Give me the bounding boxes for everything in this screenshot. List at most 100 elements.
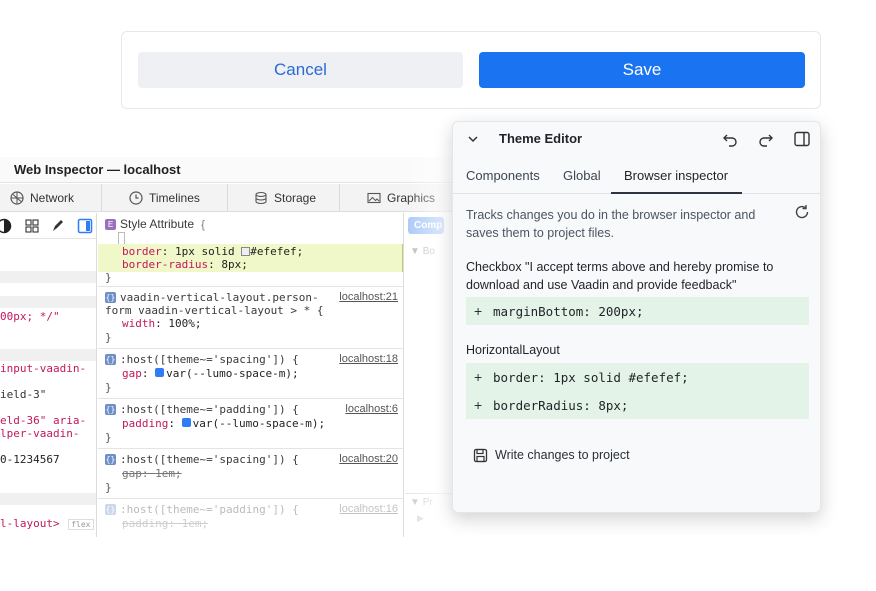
tab-global[interactable]: Global	[563, 168, 601, 183]
inspector-title: Web Inspector — localhost	[14, 162, 181, 177]
change-code: borderRadius: 8px;	[493, 398, 629, 413]
tab-graphics[interactable]: Graphics	[340, 184, 460, 212]
change-row[interactable]: + border: 1px solid #efefef;	[466, 363, 809, 391]
variable-icon	[181, 418, 191, 427]
tab-network[interactable]: Network	[0, 184, 102, 212]
rule-decl[interactable]: gap: var(--lumo-space-m);	[122, 367, 299, 380]
dom-line[interactable]: ield-3"	[0, 388, 96, 401]
dock-panel-icon[interactable]	[793, 130, 811, 148]
css-badge-icon: {}	[105, 292, 116, 303]
styles-pane: E Style Attribute { border: 1px solid #ef…	[98, 213, 404, 537]
dom-line[interactable]: 00px; */"	[0, 310, 96, 323]
rule-source-link[interactable]: localhost:21	[339, 291, 398, 303]
rule-decl-overridden[interactable]: padding: 1em;	[122, 517, 208, 530]
rule-decl[interactable]: padding: var(--lumo-space-m);	[122, 417, 325, 430]
element-badge-icon: E	[105, 219, 116, 230]
dom-tree-pane: 00px; */" input-vaadin- ield-3" eld-36" …	[0, 213, 97, 537]
sidebar-toggle-icon[interactable]	[77, 218, 93, 234]
box-model-section[interactable]: ▼ Bo	[410, 246, 435, 257]
dom-tag-text: l-layout>	[0, 517, 60, 530]
network-icon	[10, 191, 24, 205]
close-brace: }	[105, 481, 112, 494]
plus-icon: +	[474, 397, 483, 413]
tab-storage[interactable]: Storage	[228, 184, 340, 212]
redo-icon[interactable]	[757, 130, 775, 148]
color-swatch[interactable]	[241, 247, 251, 256]
rule-selector[interactable]: {} vaadin-vertical-layout.person-	[105, 291, 319, 304]
flex-badge: flex	[68, 519, 94, 530]
dom-line[interactable]: 0-1234567	[0, 453, 96, 466]
css-rule: {}:host([theme~='padding']) { localhost:…	[98, 499, 403, 537]
rule-source-link[interactable]: localhost:18	[339, 353, 398, 365]
css-badge-icon: {}	[105, 404, 116, 415]
style-attribute-label: Style Attribute	[120, 217, 195, 231]
rule-source-link[interactable]: localhost:6	[345, 403, 398, 415]
style-attr-decl[interactable]: border: 1px solid #efefef;	[122, 245, 303, 258]
rule-source-link[interactable]: localhost:20	[339, 453, 398, 465]
tab-graphics-label: Graphics	[387, 191, 436, 205]
compositing-icon[interactable]	[0, 218, 12, 234]
pencil-icon[interactable]	[51, 219, 65, 233]
theme-editor-title: Theme Editor	[499, 131, 583, 146]
change-code: marginBottom: 200px;	[493, 304, 644, 319]
theme-editor-header: Theme Editor	[453, 122, 820, 156]
dom-row-highlight	[0, 349, 96, 361]
rule-selector[interactable]: {}:host([theme~='spacing']) {	[105, 453, 299, 466]
write-changes-label: Write changes to project	[495, 448, 630, 462]
change-row[interactable]: + marginBottom: 200px;	[466, 297, 809, 325]
rule-selector[interactable]: {}:host([theme~='padding']) {	[105, 403, 299, 416]
css-rule: {} vaadin-vertical-layout.person- form va…	[98, 287, 403, 349]
refresh-icon[interactable]	[793, 203, 811, 221]
rule-selector[interactable]: {}:host([theme~='padding']) {	[105, 503, 299, 516]
dom-line[interactable]: input-vaadin-	[0, 362, 96, 375]
rule-source-link[interactable]: localhost:16	[339, 503, 398, 515]
dom-row-highlight	[0, 296, 96, 308]
tab-timelines-label: Timelines	[149, 191, 200, 205]
open-brace: {	[201, 219, 205, 231]
style-attribute-rule: E Style Attribute { border: 1px solid #ef…	[98, 213, 403, 287]
theme-editor-panel: Theme Editor Components Global Browser i…	[452, 121, 821, 513]
undo-icon[interactable]	[721, 130, 739, 148]
css-badge-icon: {}	[105, 354, 116, 365]
tab-storage-label: Storage	[274, 191, 317, 205]
plus-icon: +	[474, 303, 483, 319]
tab-timelines[interactable]: Timelines	[102, 184, 228, 212]
dom-line[interactable]: l-layout> flex	[0, 517, 96, 530]
plus-icon: +	[474, 369, 483, 385]
browser-inspector-description: Tracks changes you do in the browser ins…	[466, 208, 756, 240]
change-code: border: 1px solid #efefef;	[493, 370, 689, 385]
css-badge-icon: {}	[105, 454, 116, 465]
disclosure-icon[interactable]: ▶	[417, 513, 424, 524]
close-brace: }	[105, 331, 112, 344]
rule-selector: form vaadin-vertical-layout > * {	[105, 304, 324, 317]
clock-icon	[129, 191, 143, 205]
close-brace: }	[105, 431, 112, 444]
write-changes-button[interactable]: Write changes to project	[473, 445, 630, 465]
change-row[interactable]: + borderRadius: 8px;	[466, 391, 809, 419]
save-button[interactable]: Save	[479, 52, 805, 88]
chevron-down-icon[interactable]	[464, 130, 482, 148]
computed-tab[interactable]: Comp	[408, 217, 444, 234]
rule-decl[interactable]: width: 100%;	[122, 317, 202, 330]
active-tab-indicator	[611, 192, 742, 194]
tab-components[interactable]: Components	[466, 168, 540, 183]
section-heading-checkbox: Checkbox "I accept terms above and hereb…	[466, 260, 774, 292]
css-badge-icon: {}	[105, 504, 116, 515]
theme-editor-tabs: Components Global Browser inspector	[453, 156, 820, 194]
tab-browser-inspector[interactable]: Browser inspector	[624, 168, 728, 183]
form-button-bar: Cancel Save	[121, 31, 821, 109]
rule-selector[interactable]: {}:host([theme~='spacing']) {	[105, 353, 299, 366]
style-attr-decl[interactable]: border-radius: 8px;	[122, 258, 248, 271]
rule-decl-overridden[interactable]: gap: 1em;	[122, 467, 182, 480]
text-caret	[118, 232, 125, 244]
dom-toolbar	[0, 213, 96, 239]
dom-line[interactable]: lper-vaadin-	[0, 427, 96, 440]
cancel-button[interactable]: Cancel	[138, 52, 463, 88]
grid-icon[interactable]	[25, 219, 39, 233]
dom-line[interactable]: eld-36" aria-	[0, 414, 96, 427]
css-rule: {}:host([theme~='padding']) { localhost:…	[98, 399, 403, 449]
dom-row-highlight	[0, 271, 96, 283]
inspector-titlebar: Web Inspector — localhost	[0, 157, 460, 183]
inspector-tab-bar: Network Timelines Storage Graphics	[0, 184, 460, 212]
properties-section[interactable]: ▼ Pr	[410, 497, 433, 508]
